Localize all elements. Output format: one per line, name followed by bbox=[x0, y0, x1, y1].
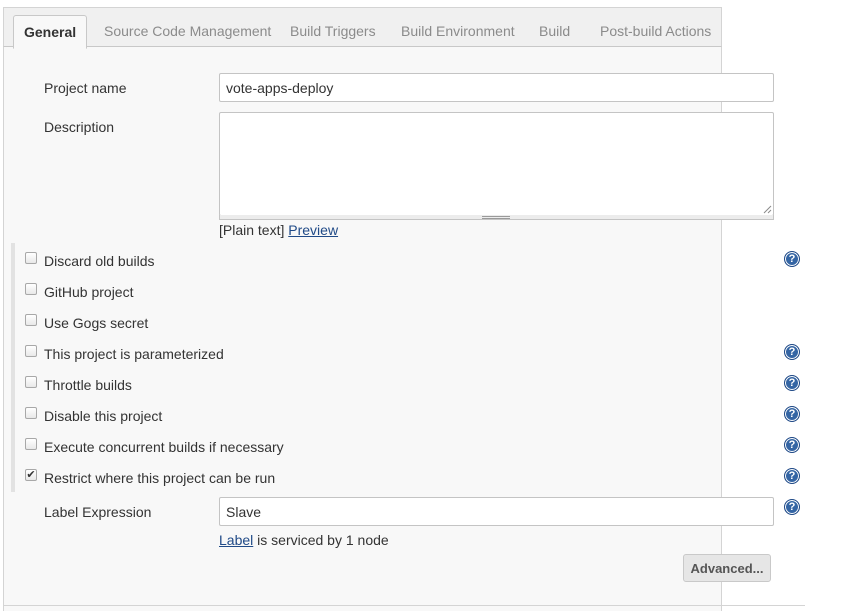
github-project-label: GitHub project bbox=[44, 284, 134, 300]
project-name-input[interactable] bbox=[219, 73, 774, 102]
section-divider bbox=[3, 605, 805, 606]
discard-old-builds-checkbox[interactable] bbox=[25, 252, 37, 264]
help-icon[interactable]: ? bbox=[784, 344, 800, 360]
help-icon[interactable]: ? bbox=[784, 406, 800, 422]
help-icon[interactable]: ? bbox=[784, 375, 800, 391]
parameterized-label: This project is parameterized bbox=[44, 346, 224, 362]
discard-old-builds-label: Discard old builds bbox=[44, 253, 155, 269]
label-link[interactable]: Label bbox=[219, 532, 253, 548]
throttle-builds-checkbox[interactable] bbox=[25, 376, 37, 388]
throttle-builds-label: Throttle builds bbox=[44, 377, 132, 393]
label-status-note: Label is serviced by 1 node bbox=[219, 532, 389, 548]
tab-build-triggers[interactable]: Build Triggers bbox=[290, 23, 376, 39]
parameterized-checkbox[interactable] bbox=[25, 345, 37, 357]
tab-source-code-management[interactable]: Source Code Management bbox=[104, 23, 271, 39]
help-icon[interactable]: ? bbox=[784, 468, 800, 484]
tab-bar: General Source Code Management Build Tri… bbox=[3, 7, 722, 49]
grip-handle-icon[interactable] bbox=[482, 216, 510, 219]
check-icon: ✔ bbox=[26, 469, 36, 481]
tab-post-build-actions[interactable]: Post-build Actions bbox=[600, 23, 711, 39]
label-status-text: is serviced by 1 node bbox=[257, 532, 389, 548]
use-gogs-secret-checkbox[interactable] bbox=[25, 314, 37, 326]
preview-link[interactable]: Preview bbox=[288, 222, 338, 238]
tab-build[interactable]: Build bbox=[539, 23, 570, 39]
restrict-where-run-label: Restrict where this project can be run bbox=[44, 470, 276, 486]
description-label: Description bbox=[44, 119, 115, 135]
help-icon[interactable]: ? bbox=[784, 251, 800, 267]
project-name-label: Project name bbox=[44, 80, 127, 96]
options-group-bar bbox=[11, 243, 15, 492]
tab-build-environment[interactable]: Build Environment bbox=[401, 23, 515, 39]
disable-project-checkbox[interactable] bbox=[25, 407, 37, 419]
concurrent-builds-label: Execute concurrent builds if necessary bbox=[44, 439, 284, 455]
plain-text-label: [Plain text] bbox=[219, 222, 285, 238]
help-icon[interactable]: ? bbox=[784, 499, 800, 515]
description-format-note: [Plain text] Preview bbox=[219, 222, 338, 238]
help-icon[interactable]: ? bbox=[784, 437, 800, 453]
resize-corner-icon[interactable] bbox=[762, 204, 772, 214]
label-expression-input[interactable] bbox=[219, 497, 774, 526]
concurrent-builds-checkbox[interactable] bbox=[25, 438, 37, 450]
label-expression-label: Label Expression bbox=[44, 504, 152, 520]
tab-general[interactable]: General bbox=[13, 15, 88, 49]
use-gogs-secret-label: Use Gogs secret bbox=[44, 315, 149, 331]
disable-project-label: Disable this project bbox=[44, 408, 163, 424]
advanced-button[interactable]: Advanced... bbox=[683, 554, 771, 582]
description-textarea[interactable] bbox=[219, 112, 774, 216]
restrict-where-run-checkbox[interactable]: ✔ bbox=[25, 469, 37, 481]
github-project-checkbox[interactable] bbox=[25, 283, 37, 295]
